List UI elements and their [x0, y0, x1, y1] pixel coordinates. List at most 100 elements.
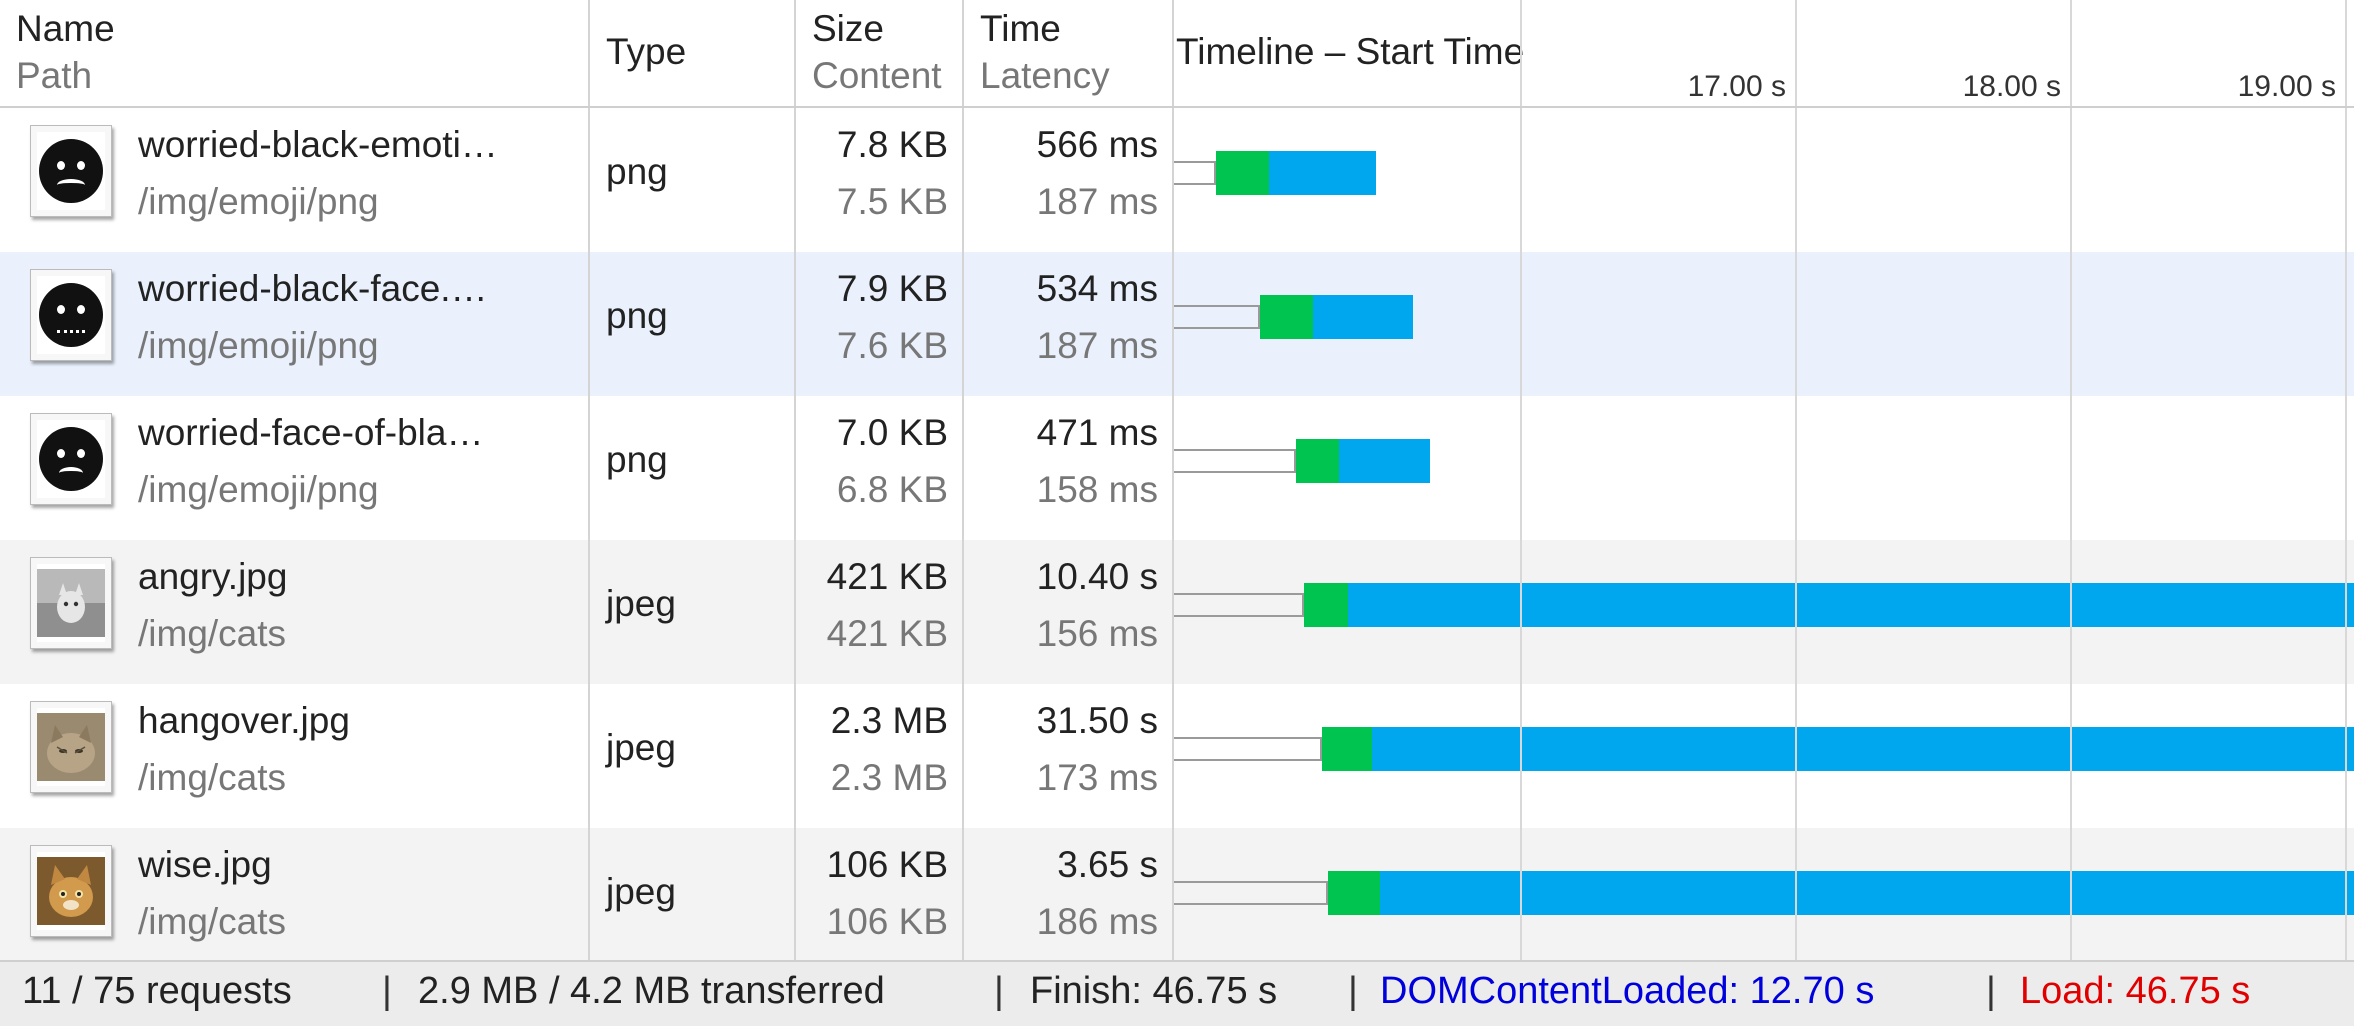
waiting-bar [1174, 593, 1304, 617]
request-name[interactable]: wise.jpg [138, 844, 272, 886]
status-separator: | [994, 970, 1004, 1012]
size-column-header[interactable]: Size Content [796, 0, 964, 106]
timeline-cell [1174, 684, 2354, 828]
request-row[interactable]: angry.jpg /img/cats jpeg 421 KB 421 KB 1… [0, 540, 2354, 684]
latency-bar[interactable] [1216, 151, 1269, 195]
request-size: 7.9 KB [836, 268, 948, 309]
request-name[interactable]: worried-black-face.… [138, 268, 488, 310]
finish-time: Finish: 46.75 s [1030, 970, 1278, 1012]
timeline-cell [1174, 540, 2354, 684]
timeline-cell [1174, 108, 2354, 252]
timeline-tick-label: 19.00 s [2237, 70, 2336, 103]
type-cell: jpeg [590, 828, 796, 972]
request-path: /img/cats [138, 757, 287, 798]
request-time: 566 ms [1036, 124, 1158, 165]
request-content-size: 7.6 KB [836, 325, 948, 366]
transferred-size: 2.9 MB / 4.2 MB transferred [418, 970, 885, 1012]
download-bar[interactable] [1269, 151, 1376, 195]
timeline-gridline [2070, 108, 2072, 960]
request-size: 2.3 MB [830, 700, 948, 741]
request-path: /img/cats [138, 613, 287, 654]
request-row[interactable]: hangover.jpg /img/cats jpeg 2.3 MB 2.3 M… [0, 684, 2354, 828]
load-time: Load: 46.75 s [2020, 970, 2251, 1012]
request-type: jpeg [606, 583, 676, 624]
table-header: Name Path Type Size Content Time Latency… [0, 0, 2354, 108]
request-content-size: 421 KB [826, 613, 948, 654]
request-latency: 173 ms [1036, 757, 1158, 798]
request-size: 421 KB [826, 556, 948, 597]
cat-photo-icon [30, 557, 112, 649]
time-cell: 10.40 s 156 ms [964, 540, 1174, 684]
time-cell: 471 ms 158 ms [964, 396, 1174, 540]
request-content-size: 7.5 KB [836, 181, 948, 222]
request-name[interactable]: worried-face-of-bla… [138, 412, 483, 454]
request-row[interactable]: worried-face-of-bla… /img/emoji/png png … [0, 396, 2354, 540]
name-header-label: Name [16, 8, 115, 49]
request-latency: 156 ms [1036, 613, 1158, 654]
network-panel: Name Path Type Size Content Time Latency… [0, 0, 2354, 1026]
type-cell: jpeg [590, 684, 796, 828]
time-column-header[interactable]: Time Latency [964, 0, 1174, 106]
status-separator: | [382, 970, 392, 1012]
latency-bar[interactable] [1296, 439, 1339, 483]
request-name[interactable]: hangover.jpg [138, 700, 350, 742]
download-bar[interactable] [1348, 583, 2354, 627]
timeline-gridline [2070, 0, 2072, 106]
download-bar[interactable] [1339, 439, 1430, 483]
worried-emoji-icon [30, 125, 112, 217]
request-latency: 186 ms [1036, 901, 1158, 942]
timeline-header-label: Timeline – Start Time [1176, 31, 1525, 72]
name-cell: worried-face-of-bla… /img/emoji/png [0, 396, 590, 540]
status-separator: | [1986, 970, 1996, 1012]
type-column-header[interactable]: Type [590, 0, 796, 106]
size-cell: 7.9 KB 7.6 KB [796, 252, 964, 396]
timeline-gridline [1520, 108, 1522, 960]
request-latency: 187 ms [1036, 325, 1158, 366]
time-cell: 566 ms 187 ms [964, 108, 1174, 252]
name-cell: wise.jpg /img/cats [0, 828, 590, 972]
size-cell: 7.0 KB 6.8 KB [796, 396, 964, 540]
waiting-bar [1174, 161, 1216, 185]
request-time: 31.50 s [1036, 700, 1158, 741]
request-row[interactable]: worried-black-emoti… /img/emoji/png png … [0, 108, 2354, 252]
worried-emoji-icon [30, 269, 112, 361]
latency-bar[interactable] [1304, 583, 1348, 627]
timeline-gridline [1795, 0, 1797, 106]
time-cell: 534 ms 187 ms [964, 252, 1174, 396]
request-content-size: 106 KB [826, 901, 948, 942]
timeline-gridline [2345, 108, 2347, 960]
download-bar[interactable] [1380, 871, 2354, 915]
request-path: /img/cats [138, 901, 287, 942]
timeline-cell [1174, 252, 2354, 396]
request-path: /img/emoji/png [138, 469, 379, 510]
request-type: png [606, 151, 668, 192]
name-column-header[interactable]: Name Path [0, 0, 590, 106]
timeline-gridline [1520, 0, 1522, 106]
latency-bar[interactable] [1322, 727, 1372, 771]
download-bar[interactable] [1313, 295, 1413, 339]
time-cell: 31.50 s 173 ms [964, 684, 1174, 828]
timeline-cell [1174, 396, 2354, 540]
request-content-size: 6.8 KB [836, 469, 948, 510]
request-row[interactable]: worried-black-face.… /img/emoji/png png … [0, 252, 2354, 396]
cat-photo-icon [30, 701, 112, 793]
latency-bar[interactable] [1260, 295, 1313, 339]
size-cell: 421 KB 421 KB [796, 540, 964, 684]
request-row[interactable]: wise.jpg /img/cats jpeg 106 KB 106 KB 3.… [0, 828, 2354, 972]
request-content-size: 2.3 MB [830, 757, 948, 798]
latency-bar[interactable] [1328, 871, 1380, 915]
type-cell: png [590, 108, 796, 252]
request-name[interactable]: angry.jpg [138, 556, 287, 598]
timeline-gridline [2345, 0, 2347, 106]
request-time: 471 ms [1036, 412, 1158, 453]
request-size: 7.0 KB [836, 412, 948, 453]
size-header-label: Size [812, 8, 884, 49]
size-cell: 7.8 KB 7.5 KB [796, 108, 964, 252]
request-name[interactable]: worried-black-emoti… [138, 124, 498, 166]
type-cell: jpeg [590, 540, 796, 684]
request-list: worried-black-emoti… /img/emoji/png png … [0, 108, 2354, 972]
name-cell: angry.jpg /img/cats [0, 540, 590, 684]
timeline-gridline [1795, 108, 1797, 960]
request-size: 7.8 KB [836, 124, 948, 165]
request-latency: 187 ms [1036, 181, 1158, 222]
